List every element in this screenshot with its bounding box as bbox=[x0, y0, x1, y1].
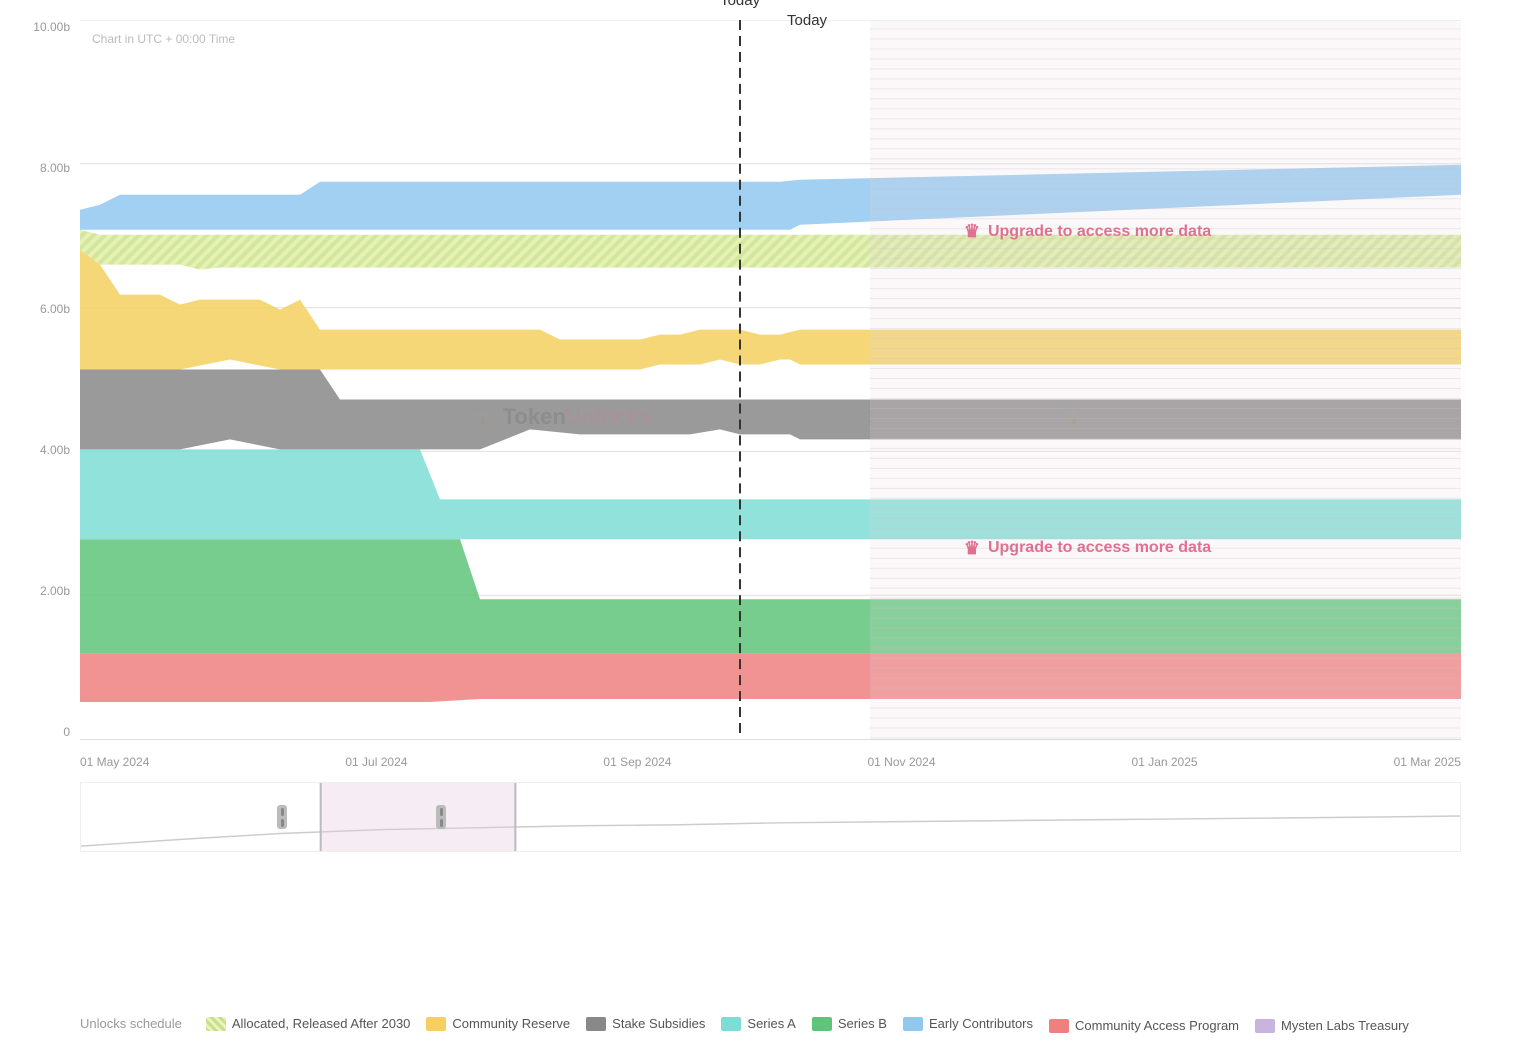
legend-color-community-access bbox=[1049, 1019, 1069, 1033]
crown-icon-bottom: ♛ bbox=[964, 538, 980, 559]
legend-color-mysten bbox=[1255, 1019, 1275, 1033]
minimap-svg bbox=[81, 783, 1460, 851]
legend-item-early-contributors: Early Contributors bbox=[903, 1016, 1033, 1031]
x-label-may: 01 May 2024 bbox=[80, 755, 149, 769]
legend-color-early-contributors bbox=[903, 1017, 923, 1031]
legend-title: Unlocks schedule bbox=[80, 1016, 182, 1031]
y-label-0: 0 bbox=[15, 725, 70, 739]
y-label-600: 6.00b bbox=[15, 302, 70, 316]
legend-item-community-reserve: Community Reserve bbox=[426, 1016, 570, 1031]
y-label-400: 4.00b bbox=[15, 443, 70, 457]
legend-color-allocated bbox=[206, 1017, 226, 1031]
legend-color-stake bbox=[586, 1017, 606, 1031]
y-label-1000: 10.00b bbox=[15, 20, 70, 34]
legend-item-series-b: Series B bbox=[812, 1016, 887, 1031]
x-axis: 01 May 2024 01 Jul 2024 01 Sep 2024 01 N… bbox=[80, 755, 1461, 769]
watermark-text-left: TokenUnlocks. bbox=[503, 399, 658, 431]
legend-label-early-contributors: Early Contributors bbox=[929, 1016, 1033, 1031]
legend-label-community-access: Community Access Program bbox=[1075, 1018, 1239, 1033]
chart-container: Chart in UTC + 00:00 Time 0 2.00b 4.00b … bbox=[0, 0, 1521, 1051]
today-label: Today bbox=[720, 0, 760, 9]
x-label-mar: 01 Mar 2025 bbox=[1394, 755, 1461, 769]
legend-label-series-b: Series B bbox=[838, 1016, 887, 1031]
watermark-icon-right: 🔒 bbox=[1061, 402, 1088, 428]
legend-label-mysten: Mysten Labs Treasury bbox=[1281, 1018, 1409, 1033]
legend: Unlocks schedule Allocated, Released Aft… bbox=[80, 1014, 1461, 1033]
x-label-nov: 01 Nov 2024 bbox=[867, 755, 935, 769]
legend-label-community-reserve: Community Reserve bbox=[452, 1016, 570, 1031]
y-axis: 0 2.00b 4.00b 6.00b 8.00b 10.00b bbox=[15, 20, 70, 739]
legend-item-series-a: Series A bbox=[721, 1016, 795, 1031]
chart-svg bbox=[80, 20, 1461, 739]
legend-color-community-reserve bbox=[426, 1017, 446, 1031]
minimap[interactable] bbox=[80, 782, 1461, 852]
minimap-handle-left[interactable] bbox=[277, 805, 287, 829]
legend-label-stake: Stake Subsidies bbox=[612, 1016, 705, 1031]
legend-item-allocated: Allocated, Released After 2030 bbox=[206, 1016, 411, 1031]
chart-area: Chart in UTC + 00:00 Time 0 2.00b 4.00b … bbox=[80, 20, 1461, 740]
x-label-jan: 01 Jan 2025 bbox=[1132, 755, 1198, 769]
legend-label-series-a: Series A bbox=[747, 1016, 795, 1031]
watermark-right: 🔒 bbox=[1061, 402, 1088, 428]
legend-item-stake: Stake Subsidies bbox=[586, 1016, 705, 1031]
y-label-200: 2.00b bbox=[15, 584, 70, 598]
legend-color-series-b bbox=[812, 1017, 832, 1031]
legend-item-mysten: Mysten Labs Treasury bbox=[1255, 1018, 1409, 1033]
today-label-positioned: Today bbox=[787, 12, 827, 29]
legend-color-series-a bbox=[721, 1017, 741, 1031]
upgrade-overlay-bottom[interactable]: ♛ Upgrade to access more data bbox=[964, 538, 1211, 559]
x-label-sep: 01 Sep 2024 bbox=[603, 755, 671, 769]
minimap-handle-right[interactable] bbox=[436, 805, 446, 829]
upgrade-label-bottom: Upgrade to access more data bbox=[988, 539, 1211, 557]
legend-label-allocated: Allocated, Released After 2030 bbox=[232, 1016, 411, 1031]
x-label-jul: 01 Jul 2024 bbox=[345, 755, 407, 769]
upgrade-overlay-top[interactable]: ♛ Upgrade to access more data bbox=[964, 221, 1211, 242]
crown-icon-top: ♛ bbox=[964, 221, 980, 242]
upgrade-label-top: Upgrade to access more data bbox=[988, 223, 1211, 241]
legend-item-community-access: Community Access Program bbox=[1049, 1018, 1239, 1033]
watermark-left: 🔒 TokenUnlocks. bbox=[469, 399, 657, 431]
y-label-800: 8.00b bbox=[15, 161, 70, 175]
watermark-icon-left: 🔒 bbox=[469, 402, 496, 428]
